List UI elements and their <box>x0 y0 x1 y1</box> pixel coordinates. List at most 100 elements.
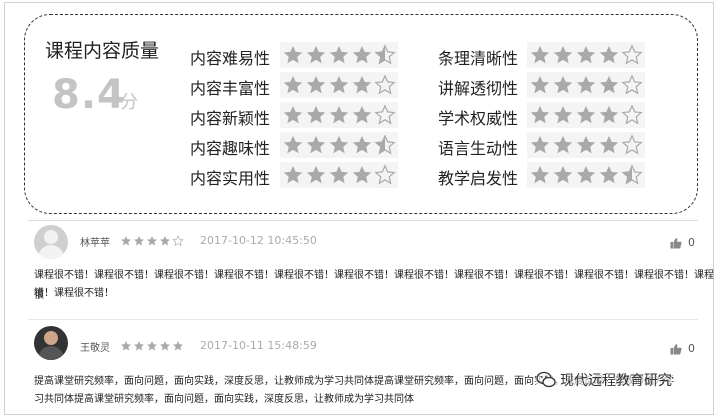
star-filled-icon <box>283 45 303 64</box>
criterion-rating-stars <box>280 72 398 98</box>
review-username[interactable]: 林苹苹 <box>80 234 110 249</box>
star-filled-icon <box>283 135 303 154</box>
watermark-text: 现代远程教育研究 <box>560 373 672 389</box>
star-filled-icon <box>530 135 550 154</box>
star-filled-icon <box>352 105 372 124</box>
star-filled-icon <box>306 105 326 124</box>
star-filled-icon <box>306 165 326 184</box>
criterion-label: 内容实用性 <box>190 169 271 188</box>
star-filled-icon <box>173 341 183 351</box>
criterion-rating-stars <box>280 42 398 68</box>
star-empty-icon <box>374 164 396 185</box>
star-filled-icon <box>306 135 326 154</box>
like-count: 0 <box>688 236 695 249</box>
criterion-rating-stars <box>280 132 398 158</box>
criterion-label: 语言生动性 <box>438 139 519 158</box>
star-filled-icon <box>352 165 372 184</box>
criterion-rating-stars <box>527 102 645 128</box>
criterion-rating-stars <box>280 102 398 128</box>
like-button[interactable]: 0 <box>670 236 695 249</box>
star-filled-icon <box>576 105 596 124</box>
star-filled-icon <box>160 236 170 246</box>
avatar[interactable] <box>34 326 68 360</box>
criterion-label: 内容新颖性 <box>190 109 271 128</box>
review-divider <box>28 319 698 320</box>
star-filled-icon <box>306 45 326 64</box>
review-text-line: 习共同体提高课堂研究频率，面向问题，面向实践，深度反思，让教师成为学习共同体 <box>34 394 414 405</box>
star-filled-icon <box>352 45 372 64</box>
quality-score: 8.4 <box>52 72 126 118</box>
star-filled-icon <box>599 75 619 94</box>
star-filled-icon <box>553 75 573 94</box>
star-filled-icon <box>147 236 157 246</box>
wechat-icon <box>536 371 556 388</box>
star-filled-icon <box>599 45 619 64</box>
star-filled-icon <box>160 341 170 351</box>
criterion-rating-stars <box>280 162 398 188</box>
star-empty-icon <box>621 74 643 95</box>
star-filled-icon <box>329 135 349 154</box>
star-filled-icon <box>599 105 619 124</box>
criterion-rating-stars <box>527 162 645 188</box>
thumbs-up-icon <box>670 343 682 354</box>
star-filled-icon <box>352 135 372 154</box>
star-filled-icon <box>283 165 303 184</box>
star-empty-icon <box>621 134 643 155</box>
star-filled-icon <box>553 165 573 184</box>
review-text-line: 错！课程很不错！ <box>34 288 114 299</box>
criterion-label: 条理清晰性 <box>438 49 519 68</box>
star-filled-icon <box>599 165 619 184</box>
review-timestamp: 2017-10-11 15:48:59 <box>200 339 317 352</box>
star-filled-icon <box>352 75 372 94</box>
star-filled-icon <box>553 135 573 154</box>
like-button[interactable]: 0 <box>670 342 695 355</box>
avatar[interactable] <box>34 225 68 259</box>
star-filled-icon <box>147 341 157 351</box>
criterion-rating-stars <box>527 42 645 68</box>
star-empty-icon <box>621 44 643 65</box>
reviews-top-divider <box>28 220 698 221</box>
review-rating-stars <box>120 235 185 247</box>
star-filled-icon <box>134 236 144 246</box>
quality-title: 课程内容质量 <box>45 40 160 62</box>
star-filled-icon <box>530 165 550 184</box>
review-timestamp: 2017-10-12 10:45:50 <box>200 234 317 247</box>
criterion-label: 学术权威性 <box>438 109 519 128</box>
thumbs-up-icon <box>670 237 682 248</box>
star-filled-icon <box>553 45 573 64</box>
star-filled-icon <box>329 45 349 64</box>
star-filled-icon <box>283 105 303 124</box>
star-filled-icon <box>553 105 573 124</box>
star-filled-icon <box>329 105 349 124</box>
watermark: 现代远程教育研究 <box>536 370 672 390</box>
star-empty-icon <box>374 104 396 125</box>
star-filled-icon <box>329 165 349 184</box>
star-filled-icon <box>283 75 303 94</box>
review-text-line: 课程很不错！课程很不错！课程很不错！课程很不错！课程很不错！课程很不错！课程很不… <box>34 270 714 301</box>
star-empty-icon <box>374 74 396 95</box>
review-username[interactable]: 王敬灵 <box>80 339 110 354</box>
star-half-icon <box>374 134 396 155</box>
quality-score-unit: 分 <box>120 92 138 113</box>
star-filled-icon <box>576 45 596 64</box>
star-filled-icon <box>530 45 550 64</box>
star-filled-icon <box>134 341 144 351</box>
star-empty-icon <box>621 104 643 125</box>
criterion-rating-stars <box>527 72 645 98</box>
star-empty-icon <box>172 235 184 247</box>
like-count: 0 <box>688 342 695 355</box>
star-half-icon <box>621 164 643 185</box>
criterion-label: 讲解透彻性 <box>438 79 519 98</box>
review-rating-stars <box>120 340 185 352</box>
star-filled-icon <box>306 75 326 94</box>
star-filled-icon <box>530 105 550 124</box>
star-half-icon <box>374 44 396 65</box>
star-filled-icon <box>599 135 619 154</box>
star-filled-icon <box>121 236 131 246</box>
star-filled-icon <box>576 135 596 154</box>
star-filled-icon <box>530 75 550 94</box>
star-filled-icon <box>121 341 131 351</box>
criterion-label: 内容丰富性 <box>190 79 271 98</box>
criterion-rating-stars <box>527 132 645 158</box>
criterion-label: 内容难易性 <box>190 49 271 68</box>
